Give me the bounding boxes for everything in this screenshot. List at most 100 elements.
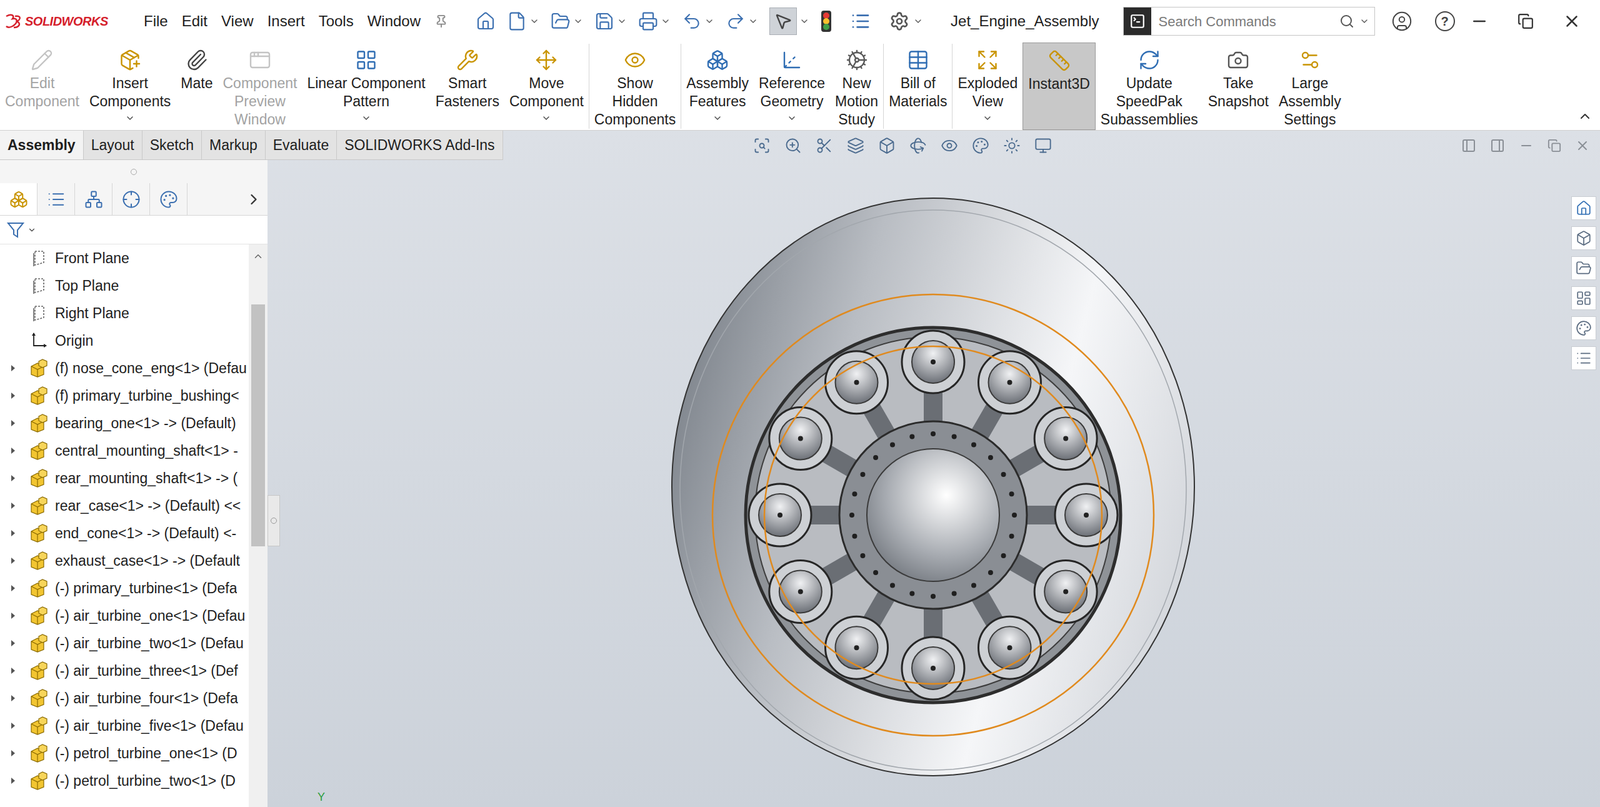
expand-icon[interactable]	[8, 363, 18, 373]
scroll-up-icon[interactable]	[252, 250, 264, 262]
ribbon-button[interactable]: ReferenceGeometry	[753, 42, 830, 130]
tree-item[interactable]: (-) petrol_turbine_two<1> (D	[0, 766, 249, 795]
ribbon-button[interactable]: ShowHiddenComponents	[589, 42, 681, 130]
view-tool-icon[interactable]	[784, 136, 802, 155]
expand-icon[interactable]	[8, 583, 18, 593]
tree-item[interactable]: rear_mounting_shaft<1> -> (	[0, 464, 249, 492]
home-icon[interactable]	[475, 11, 496, 32]
dropdown-icon[interactable]	[660, 16, 671, 27]
dropdown-icon[interactable]	[799, 16, 810, 27]
dropdown-icon[interactable]	[361, 113, 372, 124]
view-tool-icon[interactable]	[1003, 136, 1021, 155]
expand-icon[interactable]	[8, 501, 18, 510]
task-pane-icon[interactable]	[1575, 230, 1592, 247]
view-tool-icon[interactable]	[1034, 136, 1052, 155]
task-pane-icon[interactable]	[1575, 260, 1592, 277]
user-icon[interactable]	[1391, 10, 1413, 32]
dropdown-icon[interactable]	[704, 16, 715, 27]
command-tab[interactable]: Markup	[201, 130, 266, 160]
task-pane-icon[interactable]	[1575, 320, 1592, 337]
menu-item[interactable]: Insert	[267, 11, 305, 31]
collapse-ribbon-icon[interactable]	[1577, 108, 1593, 124]
tree-item[interactable]: (-) air_turbine_five<1> (Defau	[0, 711, 249, 740]
command-tab[interactable]: Layout	[83, 130, 143, 160]
dropdown-icon[interactable]	[748, 16, 759, 27]
tree-item[interactable]: (f) primary_turbine_bushing<	[0, 381, 249, 410]
ribbon-button[interactable]: LargeAssemblySettings	[1273, 42, 1347, 130]
panel-tab-icon[interactable]	[84, 190, 104, 209]
open-icon[interactable]	[550, 11, 571, 32]
tree-item[interactable]: bearing_one<1> -> (Default)	[0, 409, 249, 437]
expand-icon[interactable]	[8, 418, 18, 428]
view-tool-icon[interactable]	[815, 136, 834, 155]
menu-item[interactable]: File	[143, 11, 169, 31]
rebuild-icon[interactable]	[820, 10, 832, 33]
ribbon-button[interactable]: Linear ComponentPattern	[301, 42, 430, 130]
dropdown-icon[interactable]	[712, 113, 723, 124]
ribbon-button[interactable]: EditComponent	[0, 42, 85, 130]
panel-tab-icon[interactable]	[159, 190, 179, 209]
panel-tab-icon[interactable]	[9, 190, 29, 209]
tree-scrollbar[interactable]	[248, 244, 268, 807]
close-icon[interactable]	[1562, 11, 1582, 31]
tree-item[interactable]: (-) primary_turbine<1> (Defa	[0, 574, 249, 602]
dropdown-icon[interactable]	[27, 225, 37, 235]
ribbon-button[interactable]: TakeSnapshot	[1203, 42, 1274, 130]
menu-item[interactable]: Edit	[181, 11, 208, 31]
tree-item[interactable]: (-) petrol_turbine_one<1> (D	[0, 739, 249, 767]
expand-icon[interactable]	[8, 528, 18, 538]
view-tool-icon[interactable]	[909, 136, 927, 155]
tree-item[interactable]: (-) air_turbine_two<1> (Defau	[0, 629, 249, 657]
expand-icon[interactable]	[8, 638, 18, 648]
dropdown-icon[interactable]	[541, 113, 552, 124]
ribbon-button[interactable]: ComponentPreviewWindow	[217, 42, 302, 130]
ribbon-button[interactable]: Instant3D	[1022, 42, 1095, 130]
tree-item[interactable]: rear_case<1> -> (Default) <<	[0, 491, 249, 520]
expand-icon[interactable]	[8, 666, 18, 675]
tree-item[interactable]: Origin	[0, 326, 249, 355]
expand-icon[interactable]	[8, 473, 18, 483]
expand-icon[interactable]	[8, 721, 18, 730]
command-tab[interactable]: SOLIDWORKS Add-Ins	[336, 130, 503, 160]
command-tab[interactable]: Assembly	[0, 130, 84, 160]
ribbon-button[interactable]: Mate	[175, 42, 218, 130]
view-tool-icon[interactable]	[753, 136, 771, 155]
dropdown-icon[interactable]	[616, 16, 627, 27]
dropdown-icon[interactable]	[982, 113, 993, 124]
menu-item[interactable]: Window	[367, 11, 421, 31]
print-icon[interactable]	[638, 11, 659, 32]
viewport-minimize-icon[interactable]	[1518, 138, 1534, 154]
ribbon-button[interactable]: UpdateSpeedPakSubassemblies	[1095, 42, 1204, 130]
tree-item[interactable]: (-) air_turbine_three<1> (Def	[0, 656, 249, 685]
panel-tab-icon[interactable]	[121, 190, 141, 209]
ribbon-button[interactable]: MoveComponent	[504, 42, 589, 130]
file-properties-icon[interactable]	[850, 11, 871, 32]
dropdown-icon[interactable]	[529, 16, 540, 27]
tree-item[interactable]: (f) nose_cone_eng<1> (Defau	[0, 354, 249, 382]
ribbon-button[interactable]: ExplodedView	[952, 42, 1023, 130]
new-file-icon[interactable]	[506, 11, 527, 32]
command-tab[interactable]: Sketch	[142, 130, 202, 160]
dropdown-icon[interactable]	[125, 113, 135, 124]
engine-model[interactable]	[620, 174, 1246, 800]
panel-handle[interactable]	[130, 168, 137, 175]
dropdown-icon[interactable]	[913, 16, 924, 27]
menu-item[interactable]: View	[221, 11, 254, 31]
tree-item[interactable]: end_cone<1> -> (Default) <-	[0, 519, 249, 547]
ribbon-button[interactable]: NewMotionStudy	[830, 42, 884, 130]
options-icon[interactable]	[889, 11, 910, 32]
panel-tab-icon[interactable]	[46, 190, 66, 209]
tree-item[interactable]: (-) air_turbine_one<1> (Defau	[0, 601, 249, 630]
command-tab[interactable]: Evaluate	[265, 130, 338, 160]
pin-icon[interactable]	[434, 14, 449, 29]
tree-item[interactable]: central_mounting_shaft<1> -	[0, 436, 249, 465]
tile-left-icon[interactable]	[1461, 138, 1477, 154]
expand-icon[interactable]	[8, 391, 18, 400]
expand-icon[interactable]	[8, 748, 18, 758]
search-box[interactable]: Search Commands	[1123, 6, 1375, 36]
minimize-icon[interactable]	[1470, 11, 1489, 31]
ribbon-button[interactable]: Bill ofMaterials	[883, 42, 952, 130]
tree-item[interactable]: (-) air_turbine_four<1> (Defa	[0, 684, 249, 712]
ribbon-button[interactable]: AssemblyFeatures	[681, 42, 754, 130]
dropdown-icon[interactable]	[1359, 16, 1370, 27]
